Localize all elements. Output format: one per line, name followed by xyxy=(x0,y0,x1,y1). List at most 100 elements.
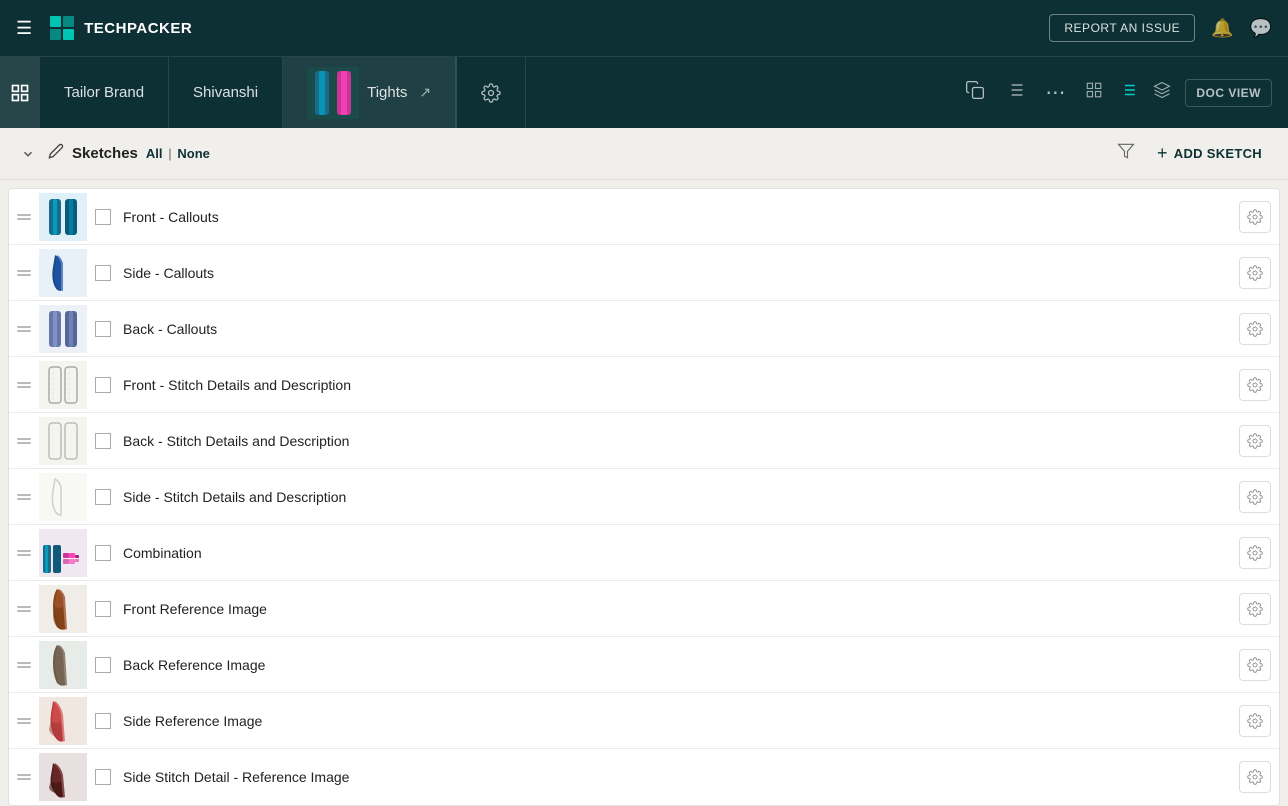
thumb-svg xyxy=(39,697,87,745)
logo-icon xyxy=(48,14,76,42)
drag-handle[interactable] xyxy=(17,214,31,220)
sketch-checkbox[interactable] xyxy=(95,265,111,281)
sketch-checkbox[interactable] xyxy=(95,545,111,561)
sketch-checkbox[interactable] xyxy=(95,321,111,337)
gear-icon xyxy=(1247,377,1263,393)
drag-handle[interactable] xyxy=(17,438,31,444)
sketch-name: Side - Stitch Details and Description xyxy=(123,489,1239,505)
sketch-name: Front - Callouts xyxy=(123,209,1239,225)
sub-navigation: Tailor Brand Shivanshi Tights ↗ xyxy=(0,56,1288,128)
drag-handle[interactable] xyxy=(17,326,31,332)
sketch-name: Back Reference Image xyxy=(123,657,1239,673)
topnav-right: REPORT AN ISSUE 🔔 💬 xyxy=(1049,14,1272,42)
drag-handle[interactable] xyxy=(17,774,31,780)
layers-icon xyxy=(1153,81,1171,99)
filter-svg xyxy=(1005,80,1025,100)
grid-view-button[interactable] xyxy=(1079,77,1109,108)
sketch-checkbox[interactable] xyxy=(95,713,111,729)
copy-icon[interactable] xyxy=(959,74,991,111)
drag-handle[interactable] xyxy=(17,494,31,500)
sketch-thumbnail xyxy=(39,417,87,465)
report-issue-button[interactable]: REPORT AN ISSUE xyxy=(1049,14,1195,42)
sketch-row: Front - Callouts xyxy=(9,189,1279,245)
thumb-svg xyxy=(39,305,87,353)
add-sketch-button[interactable]: + ADD SKETCH xyxy=(1147,137,1272,170)
sketch-settings-button[interactable] xyxy=(1239,257,1271,289)
sketch-settings-button[interactable] xyxy=(1239,705,1271,737)
sketch-row: Side Reference Image xyxy=(9,693,1279,749)
sketch-checkbox[interactable] xyxy=(95,601,111,617)
filter-icon[interactable] xyxy=(999,74,1031,111)
thumb-svg xyxy=(39,473,87,521)
sketch-thumbnail xyxy=(39,193,87,241)
sketch-settings-button[interactable] xyxy=(1239,201,1271,233)
chevron-down-icon xyxy=(21,147,35,161)
message-icon[interactable]: 💬 xyxy=(1250,18,1272,39)
sketch-settings-button[interactable] xyxy=(1239,369,1271,401)
tab-settings[interactable] xyxy=(457,57,526,129)
hamburger-icon[interactable]: ☰ xyxy=(16,18,32,39)
sketch-settings-button[interactable] xyxy=(1239,649,1271,681)
gear-icon xyxy=(1247,321,1263,337)
tab-shivanshi[interactable]: Shivanshi xyxy=(169,57,283,129)
gear-icon xyxy=(1247,545,1263,561)
gear-icon xyxy=(1247,769,1263,785)
drag-handle[interactable] xyxy=(17,550,31,556)
list-view-button[interactable] xyxy=(1113,77,1143,108)
sketch-settings-button[interactable] xyxy=(1239,313,1271,345)
sketch-name: Side Reference Image xyxy=(123,713,1239,729)
sketch-name: Side Stitch Detail - Reference Image xyxy=(123,769,1239,785)
sketch-name: Back - Callouts xyxy=(123,321,1239,337)
plus-icon: + xyxy=(1157,143,1168,164)
sketch-checkbox[interactable] xyxy=(95,769,111,785)
layers-view-button[interactable] xyxy=(1147,77,1177,108)
sketch-list: Front - Callouts Side - Callouts xyxy=(8,188,1280,806)
select-all-button[interactable]: All xyxy=(146,146,163,161)
sidebar-toggle-button[interactable] xyxy=(0,57,40,129)
subnav-tabs: Tailor Brand Shivanshi Tights ↗ xyxy=(40,57,526,129)
sketch-checkbox[interactable] xyxy=(95,489,111,505)
sketch-name: Front Reference Image xyxy=(123,601,1239,617)
gear-icon xyxy=(1247,265,1263,281)
select-all-container: All | None xyxy=(146,146,210,161)
sketch-settings-button[interactable] xyxy=(1239,425,1271,457)
drag-handle[interactable] xyxy=(17,382,31,388)
drag-handle[interactable] xyxy=(17,662,31,668)
sketch-checkbox[interactable] xyxy=(95,657,111,673)
more-icon[interactable]: ⋯ xyxy=(1039,74,1071,111)
sketch-checkbox[interactable] xyxy=(95,433,111,449)
sketch-settings-button[interactable] xyxy=(1239,537,1271,569)
sketches-filter-icon[interactable] xyxy=(1117,142,1135,165)
collapse-button[interactable] xyxy=(16,142,40,166)
external-link-icon[interactable]: ↗ xyxy=(419,84,431,101)
tights-thumb-svg xyxy=(307,67,359,119)
sketch-row: Side - Stitch Details and Description xyxy=(9,469,1279,525)
drag-handle[interactable] xyxy=(17,606,31,612)
sketch-settings-button[interactable] xyxy=(1239,481,1271,513)
sketch-settings-button[interactable] xyxy=(1239,593,1271,625)
sketch-row: Side - Callouts xyxy=(9,245,1279,301)
notification-icon[interactable]: 🔔 xyxy=(1211,18,1233,39)
select-divider: | xyxy=(165,146,176,161)
sketch-checkbox[interactable] xyxy=(95,209,111,225)
add-sketch-label: ADD SKETCH xyxy=(1174,146,1262,161)
sketch-thumbnail xyxy=(39,473,87,521)
sketch-thumbnail xyxy=(39,305,87,353)
main-content: Sketches All | None + ADD SKETCH xyxy=(0,128,1288,806)
thumb-svg xyxy=(39,193,87,241)
select-none-button[interactable]: None xyxy=(177,146,210,161)
thumb-svg xyxy=(39,529,87,577)
drag-handle[interactable] xyxy=(17,718,31,724)
tab-tights[interactable]: Tights ↗ xyxy=(283,57,456,129)
sketch-settings-button[interactable] xyxy=(1239,761,1271,793)
drag-handle[interactable] xyxy=(17,270,31,276)
app-name: TECHPACKER xyxy=(84,20,192,37)
sketches-title: Sketches xyxy=(72,145,138,162)
sketch-checkbox[interactable] xyxy=(95,377,111,393)
tab-tailor-brand[interactable]: Tailor Brand xyxy=(40,57,169,129)
doc-view-button[interactable]: DOC VIEW xyxy=(1185,79,1272,107)
thumb-svg xyxy=(39,753,87,801)
copy-svg xyxy=(965,80,985,100)
thumb-svg xyxy=(39,361,87,409)
sketch-row: Back - Stitch Details and Description xyxy=(9,413,1279,469)
